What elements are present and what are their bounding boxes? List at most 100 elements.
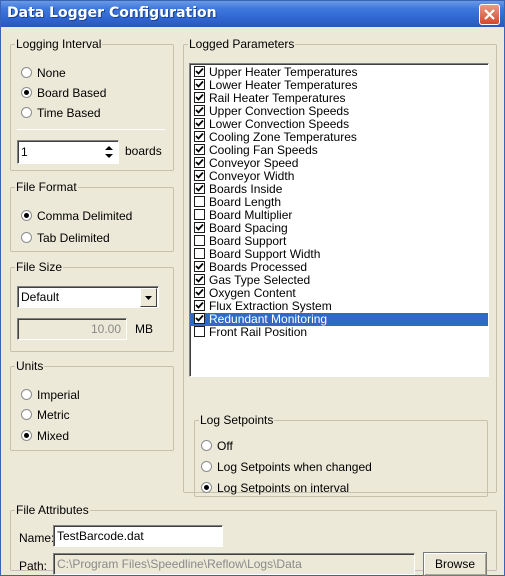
list-item-label: Lower Convection Speeds bbox=[209, 117, 350, 131]
radio-label: None bbox=[37, 66, 66, 80]
spinner-arrows-icon[interactable] bbox=[102, 143, 116, 161]
checkmark-icon bbox=[195, 301, 204, 309]
file-name-value: TestBarcode.dat bbox=[57, 529, 144, 543]
chevron-down-icon[interactable] bbox=[140, 288, 157, 307]
file-size-value-field[interactable]: 10.00 bbox=[17, 318, 127, 340]
radio-interval-time-based[interactable]: Time Based bbox=[21, 105, 101, 123]
checkbox-checked[interactable] bbox=[194, 274, 205, 285]
checkmark-icon bbox=[195, 314, 204, 322]
checkbox-checked[interactable] bbox=[194, 287, 205, 298]
checkbox-checked[interactable] bbox=[194, 131, 205, 142]
list-item-label: Board Spacing bbox=[209, 221, 288, 235]
list-item-label: Oxygen Content bbox=[209, 286, 296, 300]
file-format-group: File Format Comma Delimited Tab Delimite… bbox=[10, 180, 174, 252]
radio-label: Board Based bbox=[37, 86, 107, 100]
radio-button[interactable] bbox=[21, 87, 32, 98]
parameters-list-items: Upper Heater Temperatures Lower Heater Te… bbox=[190, 66, 488, 339]
list-item-label: Conveyor Width bbox=[209, 169, 295, 183]
list-item-label: Boards Processed bbox=[209, 260, 308, 274]
radio-button[interactable] bbox=[21, 107, 32, 118]
checkmark-icon bbox=[195, 288, 204, 296]
checkmark-icon bbox=[195, 158, 204, 166]
interval-value: 1 bbox=[21, 145, 28, 159]
file-path-input[interactable]: C:\Program Files\Speedline\Reflow\Logs\D… bbox=[53, 553, 415, 575]
checkmark-icon bbox=[195, 262, 204, 270]
list-item-label: Cooling Fan Speeds bbox=[209, 143, 318, 157]
checkmark-icon bbox=[195, 145, 204, 153]
checkbox-unchecked[interactable] bbox=[194, 326, 205, 337]
radio-button[interactable] bbox=[21, 232, 32, 243]
checkbox-checked[interactable] bbox=[194, 118, 205, 129]
path-label: Path: bbox=[19, 559, 48, 573]
radio-setpoints-off[interactable]: Off bbox=[201, 438, 233, 456]
file-name-input[interactable]: TestBarcode.dat bbox=[53, 525, 223, 547]
checkmark-icon bbox=[195, 80, 204, 88]
checkmark-icon bbox=[195, 171, 204, 179]
radio-button[interactable] bbox=[21, 409, 32, 420]
logged-parameters-legend: Logged Parameters bbox=[189, 37, 295, 51]
radio-button[interactable] bbox=[21, 389, 32, 400]
file-size-unit-label: MB bbox=[135, 322, 153, 336]
title-bar[interactable]: Data Logger Configuration bbox=[1, 1, 504, 27]
parameters-list[interactable]: Upper Heater Temperatures Lower Heater Te… bbox=[189, 63, 489, 377]
radio-interval-board-based[interactable]: Board Based bbox=[21, 85, 106, 103]
radio-units-mixed[interactable]: Mixed bbox=[21, 428, 69, 446]
list-item-label: Flux Extraction System bbox=[209, 299, 332, 313]
radio-button[interactable] bbox=[201, 461, 212, 472]
checkbox-checked[interactable] bbox=[194, 222, 205, 233]
radio-label: Metric bbox=[37, 408, 70, 422]
checkmark-icon bbox=[195, 119, 204, 127]
list-item-label: Lower Heater Temperatures bbox=[209, 78, 358, 92]
radio-tab-delimited[interactable]: Tab Delimited bbox=[21, 230, 110, 248]
file-attributes-legend: File Attributes bbox=[16, 503, 89, 517]
checkbox-checked[interactable] bbox=[194, 79, 205, 90]
radio-button[interactable] bbox=[21, 67, 32, 78]
radio-button[interactable] bbox=[21, 210, 32, 221]
interval-spinner[interactable]: 1 bbox=[17, 140, 119, 164]
window-title: Data Logger Configuration bbox=[7, 5, 217, 21]
file-size-selected: Default bbox=[21, 290, 60, 304]
radio-label: Log Setpoints on interval bbox=[217, 481, 350, 495]
divider bbox=[17, 129, 165, 130]
checkbox-unchecked[interactable] bbox=[194, 209, 205, 220]
radio-comma-delimited[interactable]: Comma Delimited bbox=[21, 208, 132, 226]
close-button[interactable] bbox=[479, 4, 500, 25]
checkbox-checked[interactable] bbox=[194, 300, 205, 311]
checkbox-checked[interactable] bbox=[194, 261, 205, 272]
checkbox-checked[interactable] bbox=[194, 313, 205, 324]
radio-interval-none[interactable]: None bbox=[21, 65, 66, 83]
file-attributes-group: File Attributes Name: TestBarcode.dat Pa… bbox=[10, 503, 497, 576]
logging-interval-group: Logging Interval None Board Based Time B… bbox=[10, 37, 174, 171]
radio-button[interactable] bbox=[201, 440, 212, 451]
list-item-label: Board Support Width bbox=[209, 247, 321, 261]
checkbox-unchecked[interactable] bbox=[194, 196, 205, 207]
checkbox-checked[interactable] bbox=[194, 92, 205, 103]
dialog-window: Data Logger Configuration Logging Interv… bbox=[0, 0, 505, 576]
checkbox-checked[interactable] bbox=[194, 183, 205, 194]
logged-parameters-group: Logged Parameters Upper Heater Temperatu… bbox=[183, 37, 497, 497]
browse-button[interactable]: Browse bbox=[423, 552, 487, 576]
radio-button[interactable] bbox=[21, 430, 32, 441]
checkbox-unchecked[interactable] bbox=[194, 235, 205, 246]
list-item[interactable]: Front Rail Position bbox=[190, 326, 488, 339]
radio-units-metric[interactable]: Metric bbox=[21, 407, 70, 425]
checkbox-checked[interactable] bbox=[194, 66, 205, 77]
radio-label: Off bbox=[217, 439, 233, 453]
radio-setpoints-when-changed[interactable]: Log Setpoints when changed bbox=[201, 459, 372, 477]
radio-units-imperial[interactable]: Imperial bbox=[21, 387, 80, 405]
checkmark-icon bbox=[195, 93, 204, 101]
checkbox-checked[interactable] bbox=[194, 170, 205, 181]
list-item-label: Boards Inside bbox=[209, 182, 283, 196]
radio-button[interactable] bbox=[201, 482, 212, 493]
list-item-label: Cooling Zone Temperatures bbox=[209, 130, 357, 144]
list-item-label: Conveyor Speed bbox=[209, 156, 299, 170]
checkbox-checked[interactable] bbox=[194, 105, 205, 116]
checkbox-checked[interactable] bbox=[194, 144, 205, 155]
checkbox-unchecked[interactable] bbox=[194, 248, 205, 259]
radio-label: Log Setpoints when changed bbox=[217, 460, 372, 474]
radio-setpoints-on-interval[interactable]: Log Setpoints on interval bbox=[201, 480, 349, 498]
units-group: Units Imperial Metric Mixed bbox=[10, 359, 174, 451]
checkbox-checked[interactable] bbox=[194, 157, 205, 168]
list-item-label: Board Length bbox=[209, 195, 282, 209]
file-size-dropdown[interactable]: Default bbox=[17, 286, 159, 308]
